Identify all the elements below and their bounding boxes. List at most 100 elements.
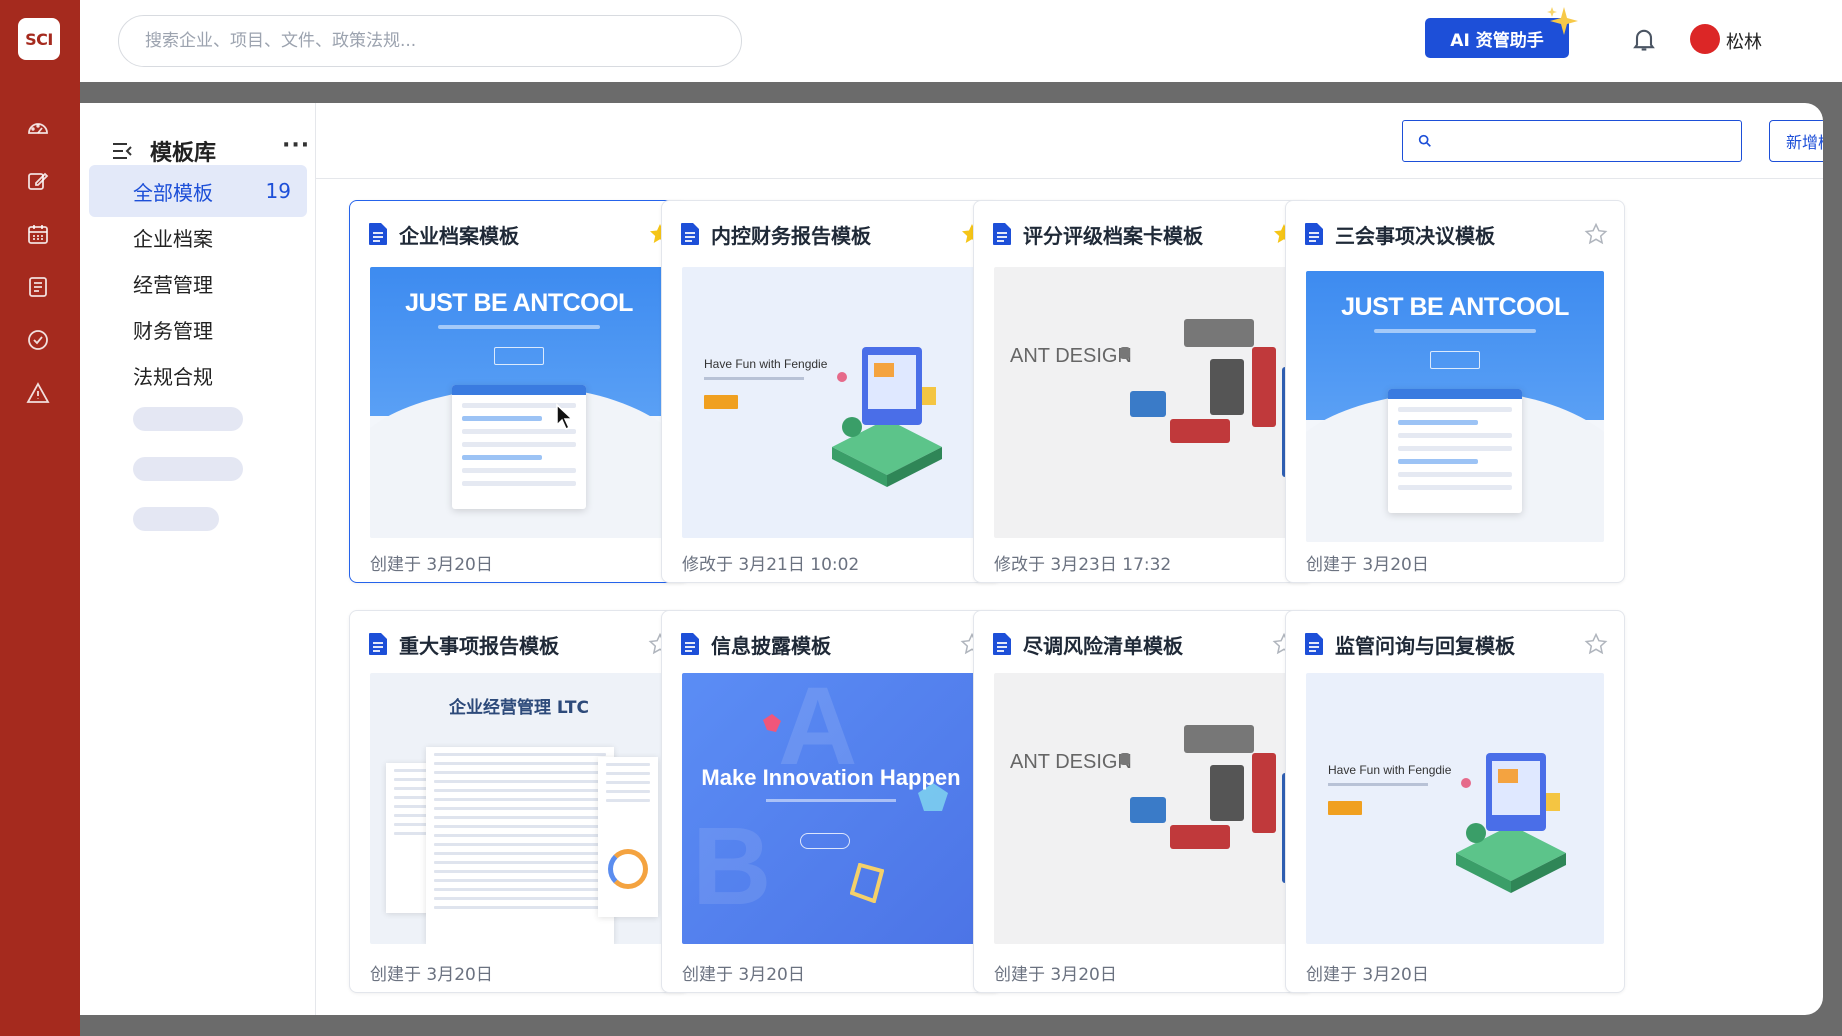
library-title: 模板库 (150, 141, 217, 166)
more-options-icon[interactable]: ··· (282, 133, 310, 158)
template-thumbnail: A B Make Innovation Happen (682, 673, 980, 944)
mouse-cursor-icon (556, 403, 574, 431)
thumbnail-headline: ANT DESIGN (1010, 345, 1132, 367)
card-header: 尽调风险清单模板 (992, 629, 1296, 659)
template-card[interactable]: 企业档案模板 JUST BE ANTCOOL 创建于 3月20日 (349, 200, 689, 583)
template-thumbnail: ANT DESIGN (994, 673, 1292, 944)
list-icon[interactable] (22, 271, 54, 303)
card-title: 三会事项决议模板 (1335, 223, 1495, 248)
library-item-enterprise-archive[interactable]: 企业档案 (89, 211, 307, 263)
card-header: 内控财务报告模板 (680, 219, 984, 249)
template-card[interactable]: 重大事项报告模板 企业经营管理 LTC 创建于 3月20日 (349, 610, 689, 993)
isometric-illustration (1456, 753, 1566, 893)
template-card[interactable]: 监管问询与回复模板 Have Fun with Fengdie 创建于 3月20… (1285, 610, 1625, 993)
template-search-box[interactable] (1402, 120, 1742, 162)
library-item-label: 全部模板 (133, 180, 213, 205)
card-header: 重大事项报告模板 (368, 629, 672, 659)
card-title: 监管问询与回复模板 (1335, 633, 1515, 658)
card-header: 信息披露模板 (680, 629, 984, 659)
card-timestamp: 修改于 3月23日 17:32 (994, 555, 1172, 575)
document-icon (1305, 633, 1323, 655)
library-item-operations[interactable]: 经营管理 (89, 257, 307, 309)
calendar-icon[interactable] (22, 218, 54, 250)
document-icon (993, 223, 1011, 245)
library-header: 模板库 (110, 135, 310, 167)
top-header: AI 资管助手 松林 (80, 0, 1842, 82)
document-icon (681, 223, 699, 245)
thumbnail-headline: 企业经营管理 LTC (448, 698, 589, 718)
card-title: 内控财务报告模板 (711, 223, 871, 248)
template-toolbar: 新增模板 (316, 103, 1823, 179)
user-name[interactable]: 松林 (1726, 28, 1762, 54)
collapse-menu-icon[interactable] (110, 139, 134, 163)
document-icon (681, 633, 699, 655)
card-title: 重大事项报告模板 (399, 633, 559, 658)
template-card[interactable]: 评分评级档案卡模板 ANT DESIGN 修改于 3月23日 17:32 (973, 200, 1313, 583)
card-timestamp: 创建于 3月20日 (1306, 555, 1429, 575)
global-search-input[interactable] (145, 31, 715, 51)
warning-icon[interactable] (22, 377, 54, 409)
card-title: 信息披露模板 (711, 633, 831, 658)
template-thumbnail: Have Fun with Fengdie (682, 267, 980, 538)
global-search-box[interactable] (118, 15, 742, 67)
thumbnail-headline: Have Fun with Fengdie (704, 357, 828, 371)
thumbnail-headline: Have Fun with Fengdie (1328, 763, 1452, 777)
loading-skeleton (133, 507, 219, 531)
card-header: 评分评级档案卡模板 (992, 219, 1296, 249)
template-card[interactable]: 三会事项决议模板 JUST BE ANTCOOL 创建于 3月20日 (1285, 200, 1625, 583)
library-item-label: 财务管理 (133, 318, 213, 343)
edit-icon[interactable] (22, 165, 54, 197)
library-item-all[interactable]: 全部模板 19 (89, 165, 307, 217)
left-rail: SCI (0, 0, 80, 1036)
add-template-button[interactable]: 新增模板 (1769, 120, 1823, 162)
app-logo[interactable]: SCI (18, 18, 60, 60)
template-card[interactable]: 内控财务报告模板 Have Fun with Fengdie 修改于 3月21日… (661, 200, 1001, 583)
library-item-compliance[interactable]: 法规合规 (89, 349, 307, 401)
user-avatar[interactable] (1690, 24, 1720, 54)
template-card[interactable]: 尽调风险清单模板 ANT DESIGN 创建于 3月20日 (973, 610, 1313, 993)
card-header: 三会事项决议模板 (1304, 219, 1608, 249)
library-item-label: 企业档案 (133, 226, 213, 251)
card-timestamp: 创建于 3月20日 (1306, 965, 1429, 985)
library-item-label: 法规合规 (133, 364, 213, 389)
card-timestamp: 创建于 3月20日 (370, 965, 493, 985)
check-circle-icon[interactable] (22, 324, 54, 356)
document-icon (993, 633, 1011, 655)
dashboard-icon[interactable] (22, 112, 54, 144)
card-timestamp: 创建于 3月20日 (994, 965, 1117, 985)
library-item-finance[interactable]: 财务管理 (89, 303, 307, 355)
card-title: 尽调风险清单模板 (1023, 633, 1183, 658)
template-thumbnail: 企业经营管理 LTC (370, 673, 668, 944)
template-thumbnail: JUST BE ANTCOOL (370, 267, 668, 538)
card-timestamp: 创建于 3月20日 (370, 555, 493, 575)
card-timestamp: 修改于 3月21日 10:02 (682, 555, 860, 575)
template-search-input[interactable] (1441, 132, 1731, 150)
document-icon (1305, 223, 1323, 245)
template-panel: 模板库 ··· 全部模板 19 企业档案 经营管理 财务管理 法规合规 新增模板 (80, 103, 1823, 1015)
thumbnail-headline: JUST BE ANTCOOL (1341, 293, 1569, 321)
library-item-label: 经营管理 (133, 272, 213, 297)
document-icon (369, 633, 387, 655)
star-outline-icon[interactable] (1584, 632, 1608, 656)
loading-skeleton (133, 407, 243, 431)
thumbnail-headline: ANT DESIGN (1010, 751, 1132, 773)
card-timestamp: 创建于 3月20日 (682, 965, 805, 985)
star-outline-icon[interactable] (1584, 222, 1608, 246)
isometric-illustration (832, 347, 942, 487)
template-thumbnail: ANT DESIGN (994, 267, 1292, 538)
search-icon (1418, 134, 1431, 147)
thumbnail-headline: JUST BE ANTCOOL (405, 289, 633, 317)
template-thumbnail: Have Fun with Fengdie (1306, 673, 1604, 944)
notification-bell-icon[interactable] (1630, 25, 1660, 55)
card-title: 评分评级档案卡模板 (1023, 223, 1203, 248)
card-header: 监管问询与回复模板 (1304, 629, 1608, 659)
document-icon (369, 223, 387, 245)
template-card[interactable]: 信息披露模板 A B Make Innovation Happen 创建于 3月… (661, 610, 1001, 993)
card-header: 企业档案模板 (368, 219, 672, 249)
sparkle-icon (1547, 7, 1578, 35)
thumbnail-headline: Make Innovation Happen (701, 765, 961, 790)
template-thumbnail: JUST BE ANTCOOL (1306, 271, 1604, 542)
card-title: 企业档案模板 (399, 223, 519, 248)
thumbnail-window-mock (1388, 389, 1522, 513)
template-library-sidebar: 模板库 ··· 全部模板 19 企业档案 经营管理 财务管理 法规合规 (80, 103, 316, 1015)
